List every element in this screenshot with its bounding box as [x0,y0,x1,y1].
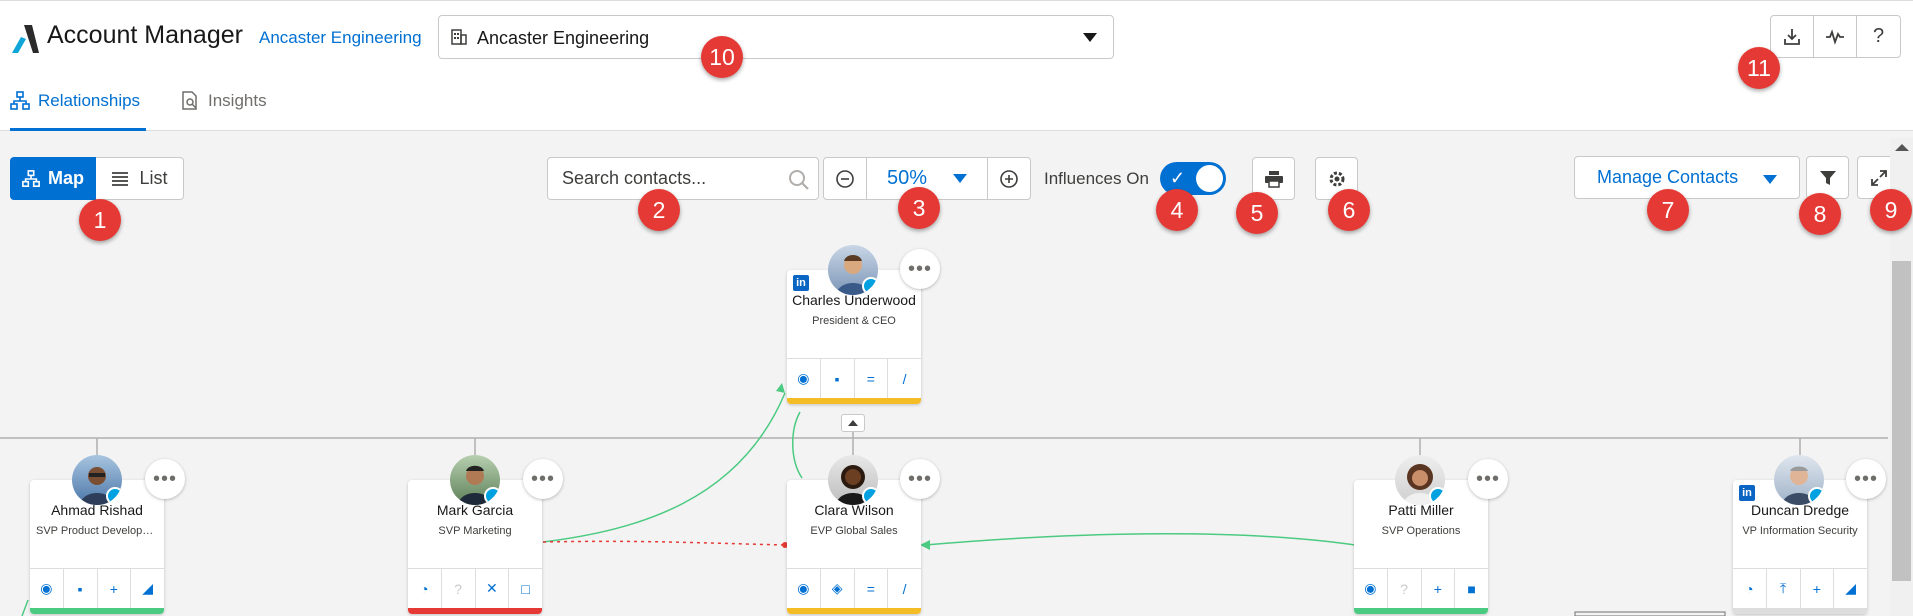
more-actions-button[interactable]: ••• [1468,459,1508,499]
briefcase-icon[interactable]: ▪ [821,359,855,398]
annotation-badge: 6 [1328,189,1370,231]
edit-icon[interactable]: ◢ [1834,569,1867,608]
status-strip [787,398,921,404]
avatar[interactable] [72,455,122,505]
negative-influence-line [542,540,786,546]
contact-title: SVP Product Developm... [36,525,161,537]
role-icon[interactable]: ◉ [787,359,821,398]
more-actions-button[interactable]: ••• [900,459,940,499]
status-icon[interactable]: ■ [1455,569,1488,608]
role-icon[interactable]: ◉ [787,569,821,608]
status-strip [1354,608,1488,614]
arrowhead [776,383,785,393]
attitude-icon[interactable]: = [855,359,889,398]
unknown-icon[interactable]: ? [1388,569,1422,608]
contact-title: SVP Operations [1381,525,1461,537]
linkedin-icon[interactable]: in [793,275,809,291]
briefcase-icon[interactable]: ▪ [64,569,98,608]
annotation-badge: 7 [1647,189,1689,231]
unknown-icon[interactable]: ? [442,569,476,608]
status-strip [408,608,542,614]
edit-icon[interactable]: ◢ [131,569,164,608]
minimap-edge [1574,611,1726,616]
avatar[interactable] [828,245,878,295]
status-icon[interactable]: □ [509,569,542,608]
view-icon[interactable]: ◈ [821,569,855,608]
org-branch-line [96,415,1801,456]
attitude-icon[interactable]: + [1801,569,1835,608]
attitude-icon[interactable]: + [98,569,132,608]
contact-attributes: ◉ ◈ = / [787,568,921,608]
contact-title: President & CEO [812,315,896,327]
avatar[interactable] [450,455,500,505]
close-icon[interactable]: ✕ [476,569,510,608]
more-actions-button[interactable]: ••• [523,459,563,499]
annotation-badge: 8 [1799,193,1841,235]
more-actions-button[interactable]: ••• [145,459,185,499]
edit-icon[interactable]: / [888,359,921,398]
influence-line [792,411,803,479]
contact-attributes: ◉ ? + ■ [1354,568,1488,608]
influence-tag-icon [1429,487,1445,505]
contact-attributes: ◉ ▪ + ◢ [30,568,164,608]
avatar[interactable] [1395,455,1445,505]
influence-line [21,599,29,616]
chevron-up-icon [848,420,858,426]
status-strip [1733,608,1867,614]
status-strip [30,608,164,614]
annotation-badge: 1 [79,199,121,241]
annotation-badge: 11 [1738,47,1780,89]
more-actions-button[interactable]: ••• [900,249,940,289]
annotation-badge: 3 [898,187,940,229]
relationship-lines [0,383,1888,616]
avatar[interactable] [828,455,878,505]
contact-attributes: ◔ ⤒ + ◢ [1733,568,1867,608]
annotation-badge: 5 [1236,192,1278,234]
influence-tag-icon [862,487,878,505]
contact-title: EVP Global Sales [810,525,898,537]
avatar[interactable] [1774,455,1824,505]
scrollbar-thumb[interactable] [1892,261,1911,581]
contact-title: VP Information Security [1742,525,1858,537]
annotation-badge: 10 [701,36,743,78]
influence-tag-icon [862,277,878,295]
edit-icon[interactable]: / [888,569,921,608]
role-icon[interactable]: ◉ [30,569,64,608]
influence-line [924,533,1356,546]
contact-title: SVP Marketing [438,525,512,537]
more-actions-button[interactable]: ••• [1846,459,1886,499]
attitude-icon[interactable]: + [1422,569,1456,608]
influence-tag-icon [484,487,500,505]
linkedin-icon[interactable]: in [1739,485,1755,501]
annotation-badge: 9 [1870,189,1912,231]
role-icon[interactable]: ◔ [1733,569,1767,608]
role-icon[interactable]: ◔ [408,569,442,608]
influence-line [542,392,786,543]
collapse-button[interactable] [841,414,865,432]
role-icon[interactable]: ◉ [1354,569,1388,608]
annotation-badge: 4 [1156,189,1198,231]
upgrade-icon[interactable]: ⤒ [1767,569,1801,608]
scroll-up-icon[interactable] [1895,144,1909,151]
annotation-badge: 2 [638,189,680,231]
attitude-icon[interactable]: = [855,569,889,608]
contact-attributes: ◔ ? ✕ □ [408,568,542,608]
status-strip [787,608,921,614]
influence-tag-icon [106,487,122,505]
contact-attributes: ◉ ▪ = / [787,358,921,398]
arrowhead [920,540,930,550]
influence-tag-icon [1808,487,1824,505]
